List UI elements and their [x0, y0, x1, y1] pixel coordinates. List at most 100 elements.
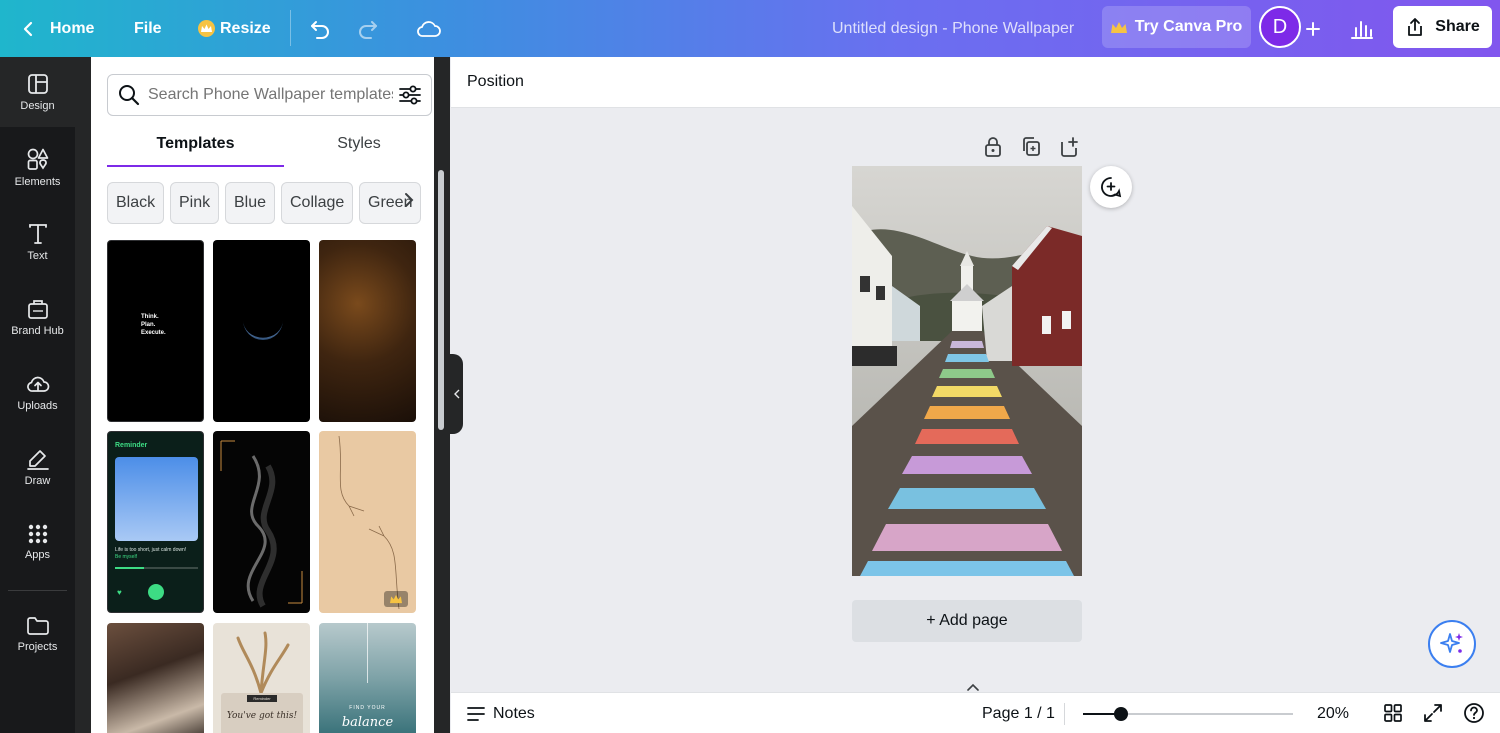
file-menu-button[interactable]: File: [134, 0, 162, 57]
layout-icon: [27, 73, 48, 94]
try-canva-pro-button[interactable]: Try Canva Pro: [1102, 6, 1251, 48]
bottom-divider: [1064, 703, 1065, 725]
redo-button[interactable]: [356, 0, 380, 57]
text-icon: [28, 223, 47, 244]
position-button[interactable]: Position: [467, 57, 524, 107]
collapse-panel-handle[interactable]: [450, 354, 463, 434]
cloud-save-button[interactable]: [416, 0, 442, 57]
balance-bottom-text: balance: [341, 715, 394, 730]
add-comment-button[interactable]: [1090, 166, 1132, 208]
rail-item-draw[interactable]: Draw: [0, 432, 75, 502]
rail-item-brand-hub[interactable]: Brand Hub: [0, 282, 75, 352]
rainbow-street-photo: [852, 166, 1082, 576]
design-title[interactable]: Untitled design - Phone Wallpaper: [832, 0, 1074, 57]
folder-icon: [26, 616, 49, 635]
reminder-caption: Life is too short, just calm down!: [115, 547, 187, 553]
template-brown-texture[interactable]: [319, 240, 416, 422]
crown-icon: [390, 594, 402, 604]
undo-button[interactable]: [308, 0, 332, 57]
template-hands-line-art[interactable]: [319, 431, 416, 613]
grid-view-icon: [1384, 704, 1402, 722]
lock-icon[interactable]: [983, 136, 1003, 158]
brand-icon: [27, 299, 48, 319]
rail-label: Uploads: [17, 399, 58, 412]
balance-top-text: FIND YOUR: [349, 705, 386, 711]
templates-panel: Templates Styles Black Pink Blue Collage…: [75, 57, 450, 733]
rail-item-projects[interactable]: Projects: [0, 599, 75, 669]
share-icon: [1408, 18, 1423, 36]
template-text: You've got this!: [226, 711, 298, 721]
notes-icon: [467, 706, 485, 721]
rail-label: Draw: [24, 474, 51, 487]
progress-track: [115, 567, 198, 569]
undo-icon: [311, 20, 329, 39]
zoom-level[interactable]: 20%: [1317, 693, 1349, 733]
pro-crown-badge: [384, 591, 408, 607]
cloud-icon: [417, 20, 441, 37]
help-button[interactable]: [1463, 702, 1485, 729]
template-find-your-balance[interactable]: FIND YOUR balance: [319, 623, 416, 733]
chip-collage[interactable]: Collage: [281, 182, 354, 224]
notes-button[interactable]: Notes: [467, 693, 535, 733]
toolbar-divider: [290, 10, 291, 46]
template-vintage-collage[interactable]: [107, 623, 204, 733]
zoom-slider-handle[interactable]: [1113, 707, 1128, 721]
rail-label: Projects: [17, 640, 58, 653]
insights-button[interactable]: [1350, 0, 1374, 57]
crown-icon: [1110, 21, 1127, 33]
design-page-canvas[interactable]: [852, 166, 1082, 576]
duplicate-icon[interactable]: [1021, 136, 1041, 158]
rail-item-uploads[interactable]: Uploads: [0, 357, 75, 427]
help-icon: [1464, 703, 1484, 723]
share-button[interactable]: Share: [1393, 6, 1492, 48]
retro-label: Reminder: [247, 695, 277, 702]
chips-scroll-right-icon[interactable]: [404, 192, 414, 213]
rail-label: Brand Hub: [11, 324, 64, 337]
rail-item-text[interactable]: Text: [0, 207, 75, 277]
chevron-left-icon: [453, 389, 459, 399]
hands-drawing: [338, 435, 400, 610]
rail-label: Text: [27, 249, 48, 262]
template-crescent-moon[interactable]: [213, 240, 310, 422]
add-page-icon[interactable]: [1059, 136, 1079, 158]
moon-image: [243, 320, 283, 340]
template-reminder[interactable]: Reminder Life is too short, just calm do…: [107, 431, 204, 613]
page-indicator[interactable]: Page 1 / 1: [982, 693, 1055, 733]
home-button[interactable]: Home: [20, 0, 94, 57]
rail-item-apps[interactable]: Apps: [0, 507, 75, 577]
chip-pink[interactable]: Pink: [170, 182, 220, 224]
rail-item-design[interactable]: Design: [0, 57, 75, 127]
invite-button[interactable]: [1304, 0, 1322, 57]
template-youve-got-this[interactable]: Reminder You've got this!: [213, 623, 310, 733]
expand-icon: [1424, 704, 1442, 722]
share-label: Share: [1435, 18, 1480, 35]
rail-label: Apps: [24, 548, 51, 561]
comment-plus-icon: [1101, 177, 1122, 198]
play-pause-icon: [148, 584, 164, 600]
resize-label: Resize: [220, 19, 271, 37]
shapes-icon: [27, 148, 48, 170]
heart-icon: ♥: [117, 588, 122, 597]
chips-row: Black Pink Blue Collage Green: [91, 57, 434, 237]
chip-blue[interactable]: Blue: [225, 182, 276, 224]
bottom-bar: Notes Page 1 / 1 20%: [451, 692, 1500, 733]
apps-grid-icon: [28, 524, 47, 543]
left-rail: Design Elements Text Brand Hub Uploads D…: [0, 57, 75, 733]
add-page-button[interactable]: + Add page: [852, 600, 1082, 642]
template-think-plan-execute[interactable]: Think. Plan. Execute.: [107, 240, 204, 422]
avatar[interactable]: D: [1259, 6, 1301, 48]
template-smoke[interactable]: [213, 431, 310, 613]
resize-button[interactable]: Resize: [198, 0, 271, 57]
rail-divider: [8, 590, 67, 591]
magic-assistant-button[interactable]: [1428, 620, 1476, 668]
context-toolbar: Position: [451, 57, 1500, 108]
chip-black[interactable]: Black: [107, 182, 165, 224]
panel-scrollbar[interactable]: [438, 170, 444, 430]
redo-icon: [359, 20, 377, 39]
bar-chart-icon: [1351, 20, 1373, 39]
sparkle-icon: [1440, 633, 1463, 653]
fullscreen-button[interactable]: [1423, 703, 1443, 728]
rail-item-elements[interactable]: Elements: [0, 132, 75, 202]
rail-label: Design: [20, 99, 55, 112]
grid-view-button[interactable]: [1383, 703, 1403, 728]
